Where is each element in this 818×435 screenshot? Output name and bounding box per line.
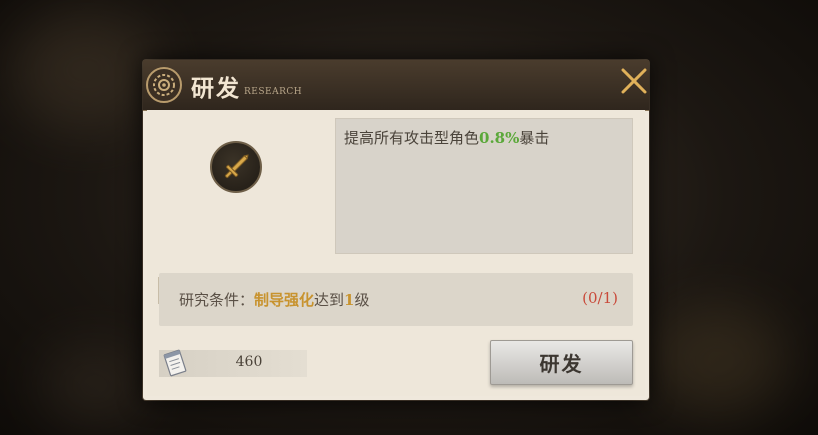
background-glow: [40, 345, 150, 425]
dialog-subtitle: RESEARCH: [244, 87, 303, 97]
condition-suffix: 级: [354, 291, 370, 309]
skill-description-box: 提高所有攻击型角色0.8%暴击: [335, 118, 633, 254]
research-notes-icon: [159, 347, 191, 379]
research-condition: 研究条件：制导强化达到1级 (0/1): [159, 273, 633, 326]
close-button[interactable]: [618, 65, 650, 97]
condition-progress: (0/1): [582, 289, 618, 307]
description-prefix: 提高所有攻击型角色: [344, 129, 480, 147]
condition-label: 研究条件：: [179, 291, 255, 309]
research-cost: 460: [159, 347, 307, 379]
cost-value: 460: [235, 354, 263, 370]
condition-middle: 达到: [314, 291, 345, 309]
close-x-icon: [621, 68, 647, 94]
background-glow: [648, 305, 788, 415]
skill-description: 提高所有攻击型角色0.8%暴击: [344, 127, 549, 148]
condition-level: 1: [344, 291, 355, 309]
research-dialog: 研发 RESEARCH 被动 爆击: [143, 60, 649, 400]
condition-text: 研究条件：制导强化达到1级: [179, 289, 370, 310]
research-button[interactable]: 研发: [490, 340, 633, 385]
research-emblem-icon: [146, 67, 182, 103]
dialog-title-bar: 研发 RESEARCH: [143, 60, 649, 111]
background-glow: [10, 10, 160, 130]
description-value: 0.8%: [479, 129, 520, 147]
sword-icon: [210, 141, 262, 193]
research-button-label: 研发: [539, 352, 584, 376]
description-suffix: 暴击: [519, 129, 550, 147]
condition-target: 制导强化: [254, 291, 315, 309]
dialog-title: 研发: [191, 75, 241, 102]
dialog-content: 被动 爆击 提高所有攻击型角色0.8%暴击 研究条件：制导强化达到1级 (0/1…: [147, 110, 645, 396]
